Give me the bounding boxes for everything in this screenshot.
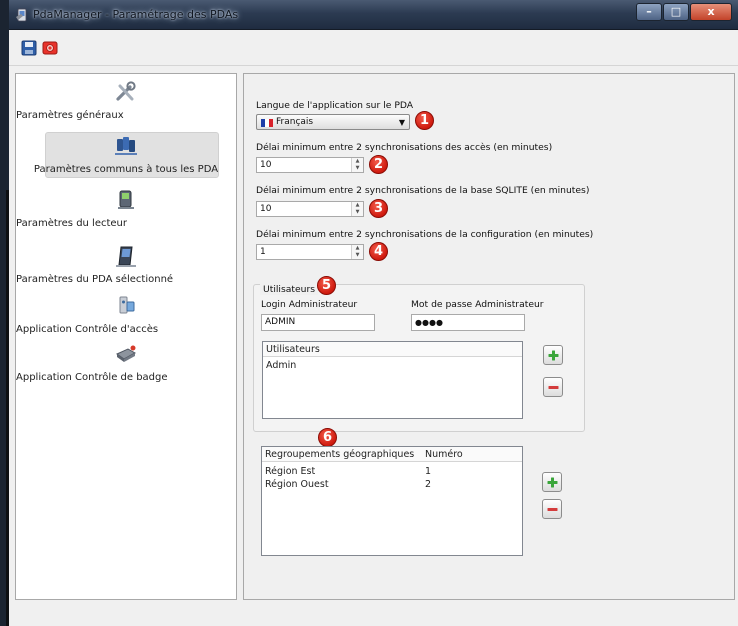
nav-item-reader[interactable]: Paramètres du lecteur xyxy=(16,188,236,229)
callout-5: 5 xyxy=(317,276,336,295)
nav-label-general: Paramètres généraux xyxy=(16,110,124,121)
add-region-button[interactable] xyxy=(542,472,562,492)
config-sync-stepper[interactable]: 1 ▲ ▼ xyxy=(256,244,364,260)
minus-icon xyxy=(547,508,558,511)
login-field[interactable]: ADMIN xyxy=(261,314,375,331)
stepper-down-icon[interactable]: ▼ xyxy=(352,252,363,259)
nav-item-access-control[interactable]: Application Contrôle d'accès xyxy=(16,294,236,335)
nav-item-general[interactable]: Paramètres généraux xyxy=(16,80,236,121)
password-field[interactable]: ●●●● xyxy=(411,314,525,331)
french-flag-icon xyxy=(261,119,273,127)
config-sync-value: 1 xyxy=(260,247,266,257)
column-header-region[interactable]: Regroupements géographiques xyxy=(265,449,414,460)
minus-icon xyxy=(548,386,559,389)
badge-control-icon xyxy=(116,345,137,362)
stepper-up-icon[interactable]: ▲ xyxy=(352,158,363,165)
maximize-button[interactable]: □ xyxy=(663,3,689,21)
access-control-icon xyxy=(119,296,135,314)
users-list[interactable]: Utilisateurs Admin xyxy=(262,341,523,419)
sqlite-sync-label: Délai minimum entre 2 synchronisations d… xyxy=(256,185,590,196)
stepper-down-icon[interactable]: ▼ xyxy=(352,209,363,216)
nav-item-common[interactable]: Paramètres communs à tous les PDA xyxy=(16,132,236,178)
camera-icon[interactable] xyxy=(42,40,58,56)
remove-user-button[interactable] xyxy=(543,377,563,397)
callout-2: 2 xyxy=(369,155,388,174)
toolbar xyxy=(9,31,738,65)
plus-icon xyxy=(548,350,559,361)
minimize-button[interactable]: – xyxy=(636,3,662,21)
window-title: PdaManager - Paramétrage des PDAs xyxy=(33,8,239,21)
nav-label-common: Paramètres communs à tous les PDA xyxy=(33,164,219,175)
users-group-title: Utilisateurs xyxy=(260,284,319,295)
nav-label-badge-control: Application Contrôle de badge xyxy=(16,372,168,383)
title-bar[interactable]: PdaManager - Paramétrage des PDAs – □ x xyxy=(9,0,738,30)
callout-1: 1 xyxy=(415,111,434,130)
plus-icon xyxy=(547,477,558,488)
regions-table[interactable]: Regroupements géographiques Numéro Régio… xyxy=(261,446,523,556)
nav-label-selected-pda: Paramètres du PDA sélectionné xyxy=(16,274,174,285)
users-group: Utilisateurs 5 Login Administrateur ADMI… xyxy=(253,276,585,432)
app-icon xyxy=(16,8,27,22)
toolbar-divider xyxy=(9,65,738,66)
access-sync-stepper[interactable]: 10 ▲ ▼ xyxy=(256,157,364,173)
callout-3: 3 xyxy=(369,199,388,218)
sqlite-sync-value: 10 xyxy=(260,204,272,214)
language-dropdown[interactable]: Français ▼ xyxy=(256,114,410,130)
login-label: Login Administrateur xyxy=(261,299,358,310)
settings-panel: Langue de l'application sur le PDA Franç… xyxy=(243,73,735,600)
language-label: Langue de l'application sur le PDA xyxy=(256,100,414,111)
reader-icon xyxy=(118,190,134,209)
settings-nav: Paramètres généraux Paramètres communs à… xyxy=(15,73,237,600)
tools-icon xyxy=(116,81,136,101)
save-icon[interactable] xyxy=(21,40,37,56)
column-header-number[interactable]: Numéro xyxy=(425,449,463,460)
sqlite-sync-stepper[interactable]: 10 ▲ ▼ xyxy=(256,201,364,217)
chevron-down-icon: ▼ xyxy=(398,118,405,127)
callout-4: 4 xyxy=(369,242,388,261)
nav-item-badge-control[interactable]: Application Contrôle de badge xyxy=(16,342,236,383)
stepper-up-icon[interactable]: ▲ xyxy=(352,245,363,252)
nav-item-selected-pda[interactable]: Paramètres du PDA sélectionné xyxy=(16,244,236,285)
nav-label-reader: Paramètres du lecteur xyxy=(16,218,128,229)
access-sync-label: Délai minimum entre 2 synchronisations d… xyxy=(256,142,553,153)
access-sync-value: 10 xyxy=(260,160,272,170)
window-edge xyxy=(0,0,9,626)
pda-icon xyxy=(116,246,136,267)
login-value: ADMIN xyxy=(265,317,296,327)
add-user-button[interactable] xyxy=(543,345,563,365)
password-label: Mot de passe Administrateur xyxy=(411,299,544,310)
config-sync-label: Délai minimum entre 2 synchronisations d… xyxy=(256,229,594,240)
password-value: ●●●● xyxy=(415,318,443,327)
users-list-header[interactable]: Utilisateurs xyxy=(263,342,522,357)
multiple-pda-icon xyxy=(115,137,137,155)
close-button[interactable]: x xyxy=(690,3,732,21)
language-value: Français xyxy=(276,117,314,127)
stepper-down-icon[interactable]: ▼ xyxy=(352,165,363,172)
callout-6: 6 xyxy=(318,428,337,447)
nav-label-access-control: Application Contrôle d'accès xyxy=(16,324,159,335)
regions-table-header: Regroupements géographiques Numéro xyxy=(262,447,522,462)
remove-region-button[interactable] xyxy=(542,499,562,519)
stepper-up-icon[interactable]: ▲ xyxy=(352,202,363,209)
